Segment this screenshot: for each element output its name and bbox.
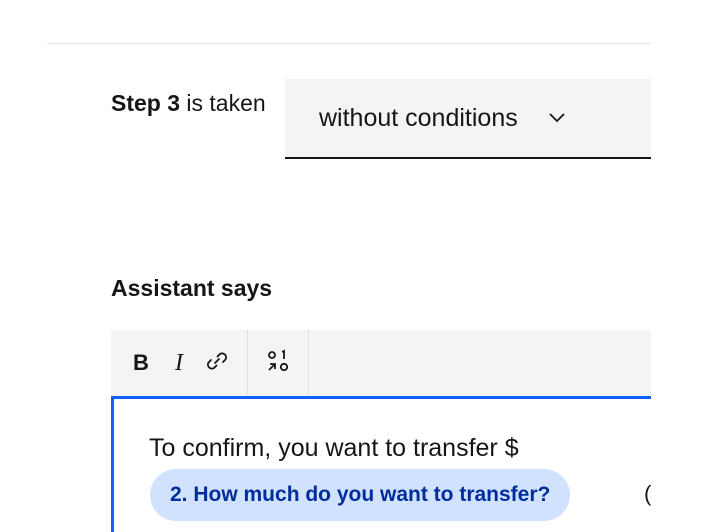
format-tool-group: B I [111,330,248,396]
condition-dropdown-value: without conditions [319,103,518,132]
condition-dropdown[interactable]: without conditions [285,79,651,159]
bold-icon: B [133,350,149,375]
italic-button[interactable]: I [163,343,195,383]
step-editor-panel: Step 3 is taken without conditions Assis… [0,0,706,532]
step-label-rest: is taken [180,90,266,116]
chevron-down-icon [548,109,566,127]
editor-text: To confirm, you want to transfer $ [149,434,519,462]
step-number: Step 3 [111,90,181,116]
insert-tool-group [248,330,309,396]
step-condition-label: Step 3 is taken [111,88,281,118]
divider [47,43,651,44]
rich-text-toolbar: B I [111,330,651,396]
variable-chip[interactable]: 2. How much do you want to transfer? [150,469,571,521]
bold-button[interactable]: B [125,343,157,383]
response-text-editor[interactable]: To confirm, you want to transfer $ 2. Ho… [111,396,651,532]
variable-icon [265,348,291,379]
insert-variable-button[interactable] [262,343,294,383]
editor-trailing-text: ( [644,481,652,506]
link-button[interactable] [201,343,233,383]
italic-icon: I [175,349,183,376]
assistant-says-heading: Assistant says [111,275,273,301]
link-icon [204,348,230,379]
